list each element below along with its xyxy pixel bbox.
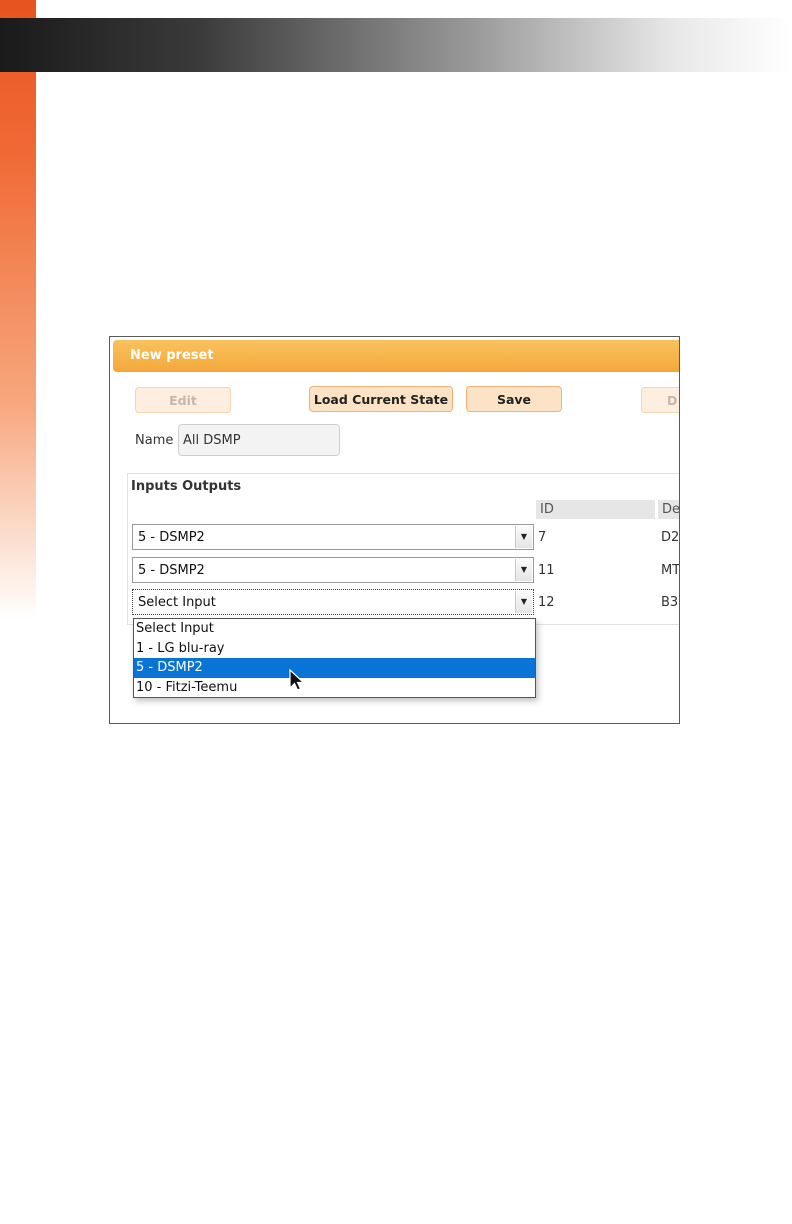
input-select-row-3[interactable]: Select Input ▼ — [132, 589, 534, 615]
page-side-accent-bar — [0, 0, 36, 620]
panel-title: New preset — [130, 348, 214, 363]
chevron-down-icon[interactable]: ▼ — [515, 591, 532, 613]
column-header-description: De — [658, 500, 679, 519]
panel-titlebar: New preset — [113, 340, 679, 372]
page-header-band — [0, 18, 792, 72]
edit-button[interactable]: Edit — [135, 387, 231, 413]
row-2-description: MT — [661, 563, 680, 578]
save-button[interactable]: Save — [466, 386, 562, 412]
select-value: 5 - DSMP2 — [138, 530, 205, 545]
chevron-down-icon[interactable]: ▼ — [515, 526, 532, 548]
input-select-row-1[interactable]: 5 - DSMP2 ▼ — [132, 524, 534, 550]
mouse-pointer-icon — [289, 668, 306, 691]
dropdown-option[interactable]: 10 - Fitzi-Teemu — [134, 678, 535, 698]
dropdown-option-highlighted[interactable]: 5 - DSMP2 — [134, 658, 535, 678]
chevron-down-icon[interactable]: ▼ — [515, 559, 532, 581]
input-dropdown-list: Select Input 1 - LG blu-ray 5 - DSMP2 10… — [133, 618, 536, 698]
dropdown-option[interactable]: 1 - LG blu-ray — [134, 639, 535, 659]
select-value: 5 - DSMP2 — [138, 563, 205, 578]
load-current-state-button[interactable]: Load Current State — [309, 386, 453, 412]
row-3-description: B3 — [661, 595, 679, 610]
input-select-row-2[interactable]: 5 - DSMP2 ▼ — [132, 557, 534, 583]
delete-button[interactable]: D — [641, 387, 679, 413]
row-3-id: 12 — [538, 595, 555, 610]
preset-name-input[interactable]: All DSMP — [178, 424, 340, 456]
column-header-id: ID — [536, 500, 655, 519]
preset-screenshot: New preset Edit Load Current State Save … — [109, 336, 680, 724]
row-1-description: D2 — [661, 530, 680, 545]
dropdown-option[interactable]: Select Input — [134, 619, 535, 639]
select-value: Select Input — [138, 595, 216, 610]
name-label: Name — [135, 433, 174, 448]
row-2-id: 11 — [538, 563, 555, 578]
section-title: Inputs Outputs — [131, 479, 242, 494]
row-1-id: 7 — [538, 530, 547, 545]
